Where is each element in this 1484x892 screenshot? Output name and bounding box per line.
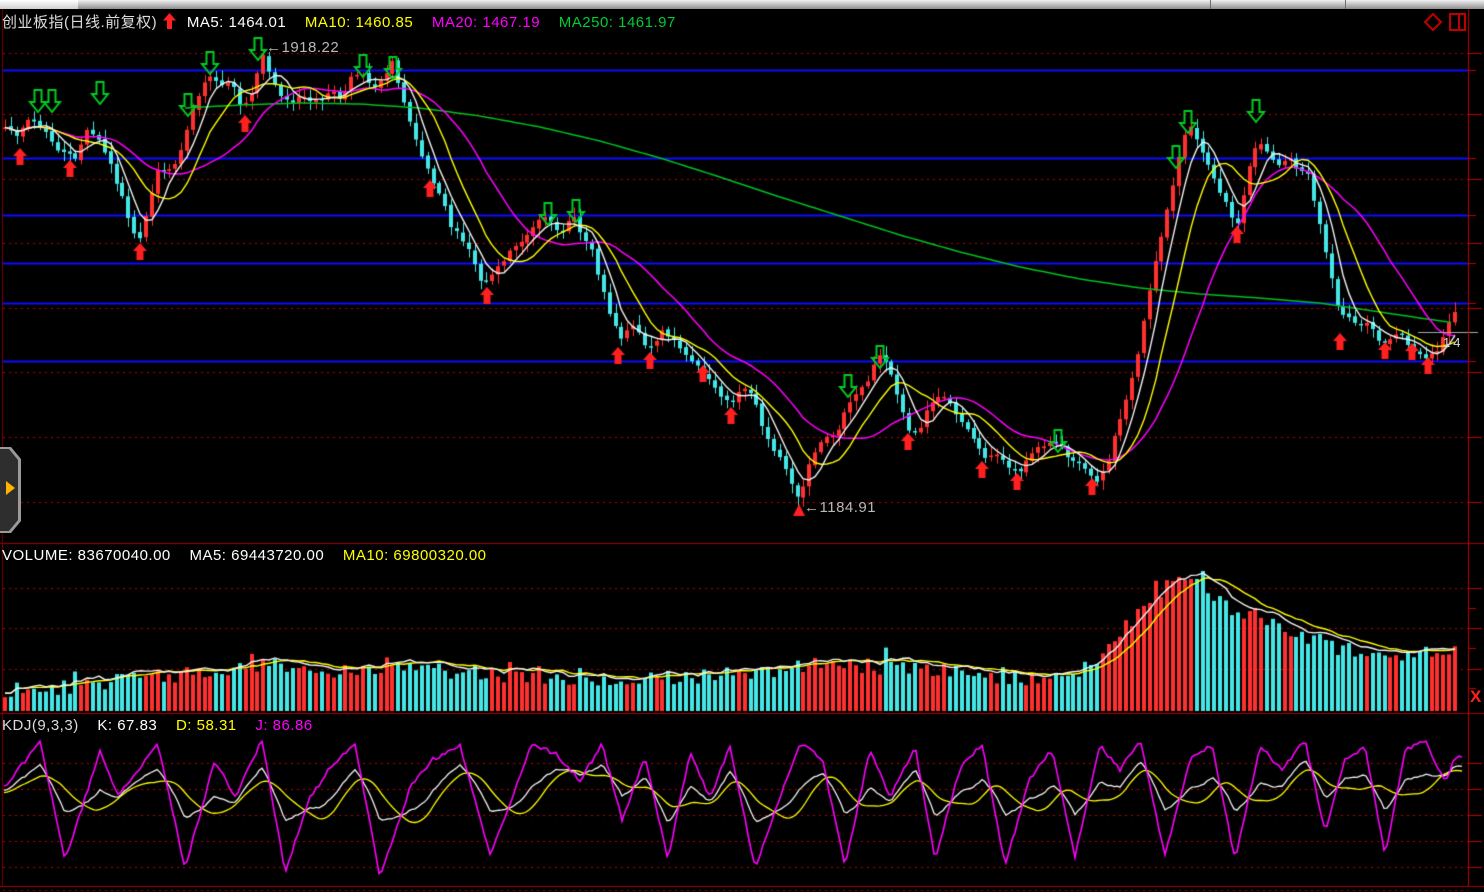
ma10-value: MA10: 1460.85 — [305, 14, 413, 31]
corner-icons — [1423, 12, 1466, 32]
volume-ma10-value: MA10: 69800320.00 — [343, 547, 487, 564]
kdj-d-value: D: 58.31 — [176, 717, 237, 734]
expand-arrow-icon — [6, 481, 15, 495]
kdj-name: KDJ(9,3,3) — [2, 717, 79, 734]
titlebar-separator — [1345, 0, 1346, 9]
diamond-icon[interactable] — [1423, 12, 1443, 32]
high-price-annotation: ←1918.22 — [266, 39, 339, 56]
tdx-chart-window: 创业板指(日线.前复权) MA5: 1464.01 MA10: 1460.85 … — [0, 0, 1484, 892]
titlebar-separator — [1210, 0, 1211, 9]
up-arrow-icon — [163, 13, 176, 29]
ma20-value: MA20: 1467.19 — [432, 14, 540, 31]
kdj-panel-header: KDJ(9,3,3) K: 67.83 D: 58.31 J: 86.86 — [2, 717, 327, 734]
volume-ma5-value: MA5: 69443720.00 — [189, 547, 324, 564]
latest-price-tag: 14 — [1443, 335, 1463, 350]
indicator-close-button[interactable]: X — [1470, 688, 1481, 705]
titlebar-left-segment — [0, 0, 78, 9]
chart-canvas[interactable] — [0, 0, 1484, 892]
main-chart-header: 创业板指(日线.前复权) MA5: 1464.01 MA10: 1460.85 … — [2, 11, 690, 32]
window-titlebar — [0, 0, 1484, 9]
window-restore-icon[interactable] — [1449, 13, 1466, 31]
kdj-k-value: K: 67.83 — [97, 717, 157, 734]
volume-panel-header: VOLUME: 83670040.00 MA5: 69443720.00 MA1… — [2, 547, 501, 564]
volume-value: VOLUME: 83670040.00 — [2, 547, 171, 564]
low-price-annotation: ←1184.91 — [804, 499, 876, 516]
symbol-title: 创业板指(日线.前复权) — [2, 14, 157, 31]
sidebar-collapse-tab[interactable] — [0, 447, 21, 533]
kdj-j-value: J: 86.86 — [255, 717, 312, 734]
ma5-value: MA5: 1464.01 — [187, 14, 286, 31]
ma250-value: MA250: 1461.97 — [559, 14, 676, 31]
